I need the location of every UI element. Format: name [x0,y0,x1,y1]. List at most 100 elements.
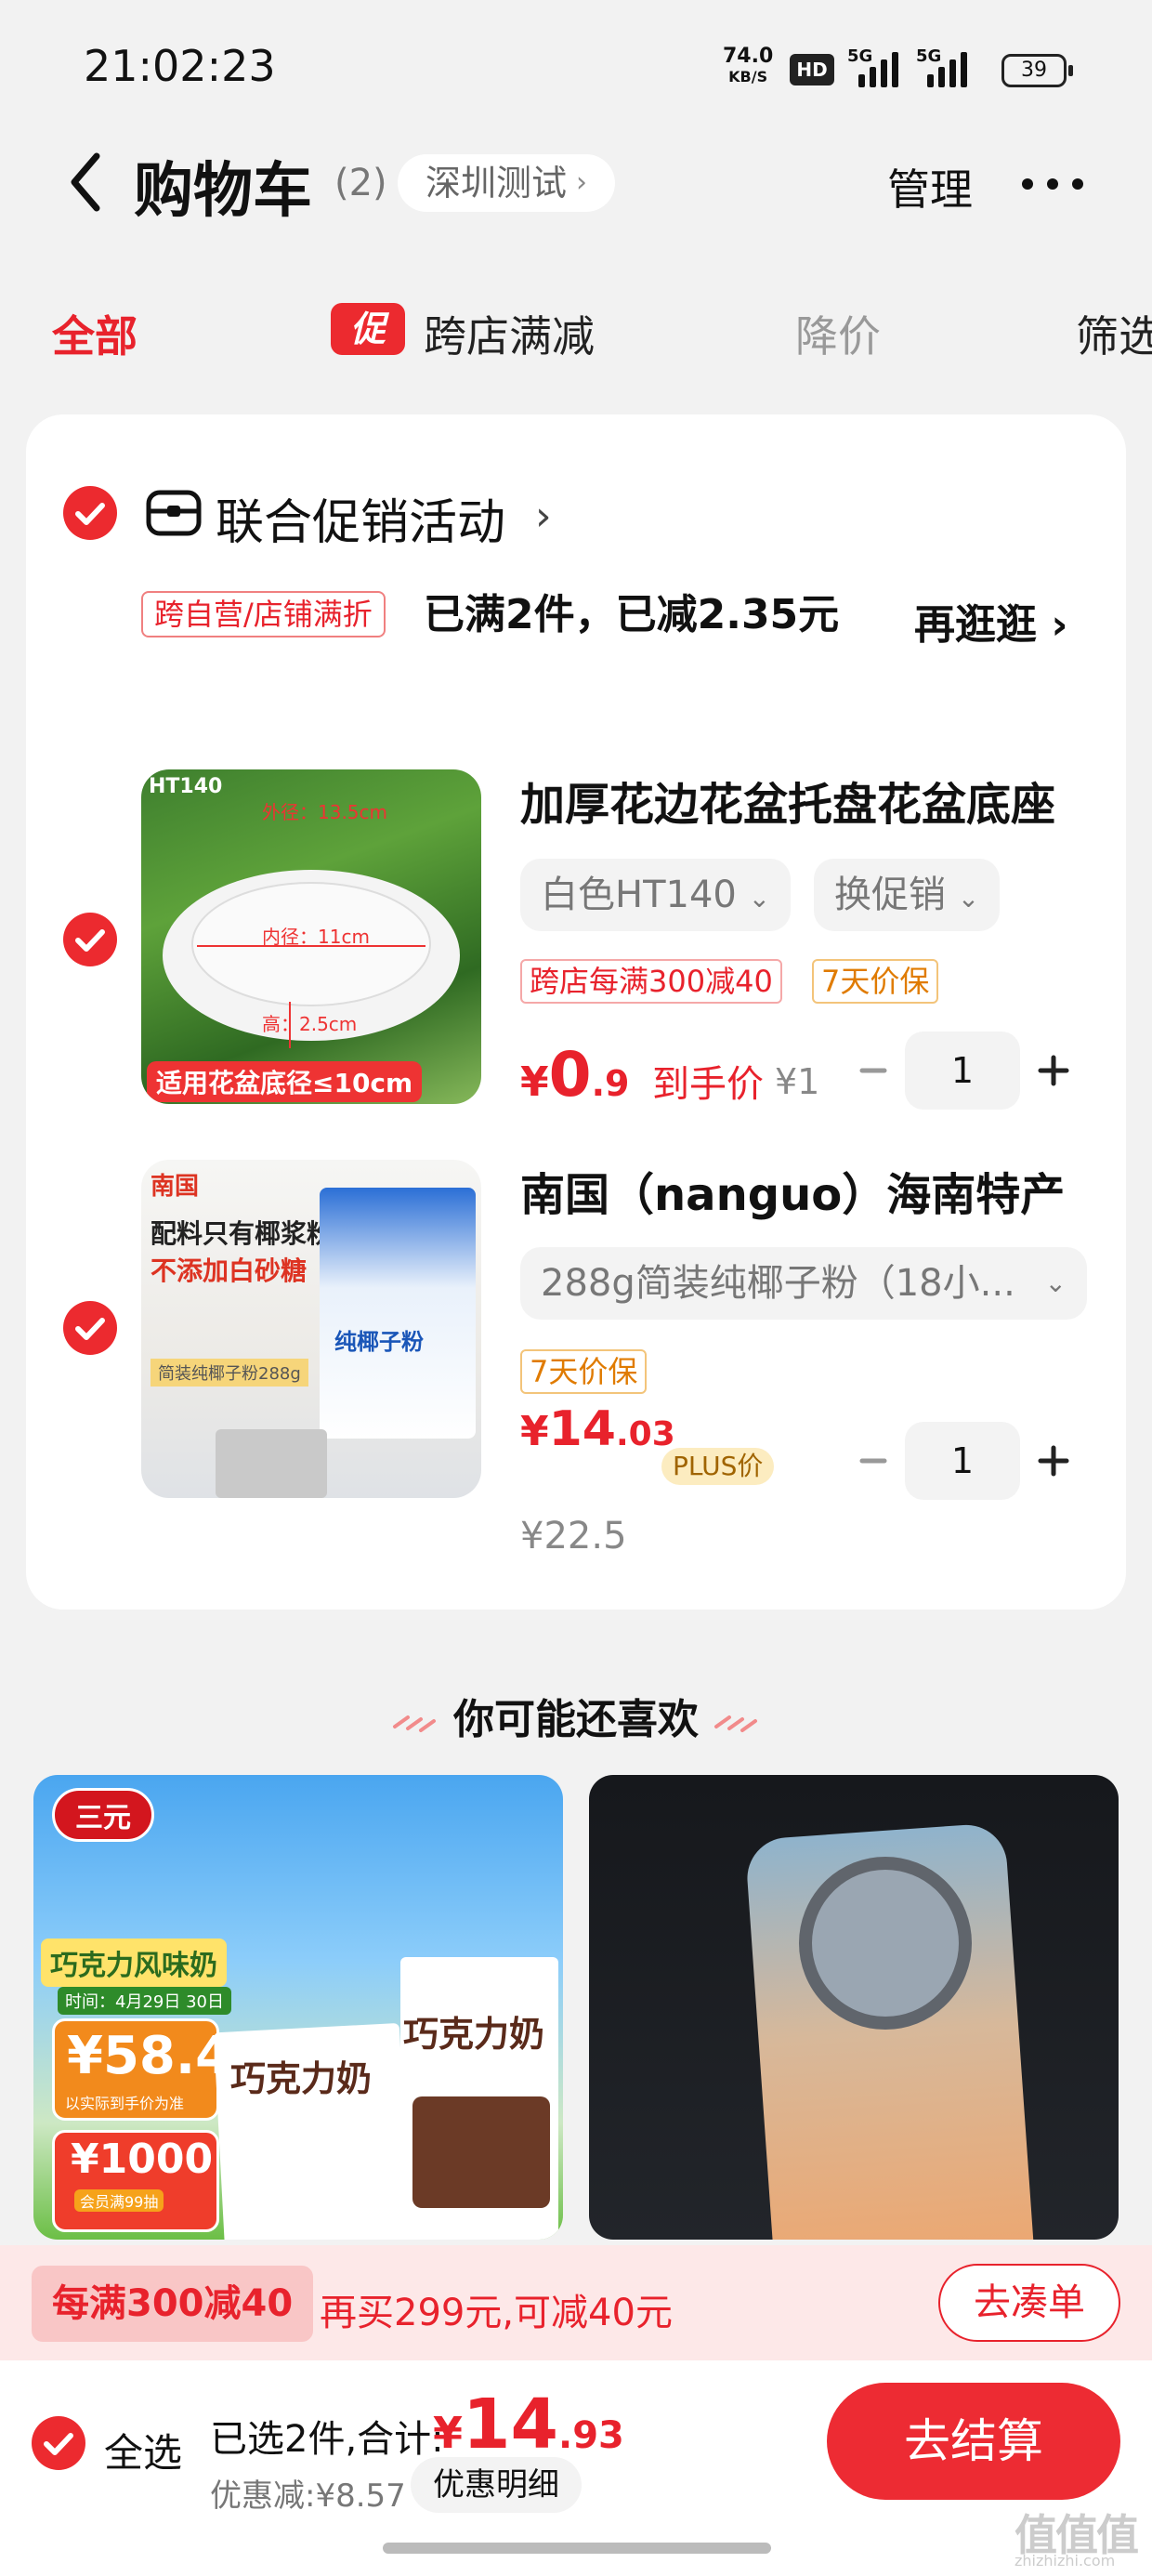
hd-voice-icon: HD [790,54,834,85]
recommend-title: 巧克力风味奶 [41,1939,227,1987]
store-checkbox[interactable] [63,486,117,540]
increase-button[interactable] [1026,1433,1081,1489]
product-title[interactable]: 加厚花边花盆托盘花盆底座 [520,768,1055,833]
plus-icon [1038,1445,1069,1477]
product-image[interactable]: 南国 配料只有椰浆粉 不添加白砂糖 纯椰子粉 简装纯椰子粉288g [141,1160,481,1498]
store-name[interactable]: 联合促销活动 [216,483,505,553]
price: ¥14.03 [520,1401,675,1457]
manage-button[interactable]: 管理 [887,156,973,217]
recommend-price-note: 以实际到手价为准 [65,2095,185,2112]
location-label: 深圳测试 [425,163,568,204]
checkout-button[interactable]: 去结算 [827,2383,1120,2500]
quantity-input[interactable]: 1 [905,1032,1020,1110]
plus-icon [1038,1055,1069,1086]
total-decimal: .93 [558,2414,624,2457]
watermark-url: zhizhizhi.com [1015,2552,1116,2569]
image-brand: HT140 [149,775,223,798]
promo-tag: 跨店每满300减40 [520,959,782,1004]
add-more-button[interactable]: 去凑单 [938,2264,1120,2342]
plus-price-badge: PLUS价 [661,1448,775,1485]
recommend-card[interactable]: 三元 巧克力风味奶 时间：4月29日 30日 ¥58.4 以实际到手价为准 ¥1… [33,1775,563,2240]
decrease-button[interactable] [845,1043,901,1098]
home-indicator[interactable] [383,2543,771,2554]
image-line1: 配料只有椰浆粉 [151,1218,334,1249]
recommend-price: ¥58.4 [67,2026,232,2086]
tab-all[interactable]: 全部 [52,303,137,364]
switch-promo-selector[interactable]: 换促销 ⌄ [814,859,1001,931]
promo-badge-icon: 促 [331,303,405,355]
recommend-card[interactable] [589,1775,1119,2240]
decoration-icon [714,1715,758,1732]
product-title[interactable]: 南国（nanguo）海南特产 [520,1158,1065,1223]
discount-label: 优惠减:¥8.57 [210,2477,406,2515]
chevron-down-icon: ⌄ [957,883,980,913]
variant-selector[interactable]: 白色HT140 ⌄ [520,859,792,931]
recommend-date: 时间：4月29日 30日 [58,1987,231,2015]
battery-icon: 39 [1001,54,1073,87]
recommend-heading-text: 你可能还喜欢 [453,1696,699,1743]
network-speed-unit: KB/S [728,68,768,85]
image-caption: 适用花盆底径≤10cm [147,1061,423,1102]
promo-strip-tag: 每满300减40 [32,2266,314,2342]
promo-status: 已满2件，已减2.35元 [424,591,840,638]
shop-more-label: 再逛逛 [914,601,1037,649]
cart-count: (2) [334,162,387,204]
switch-promo-label: 换促销 [834,874,946,916]
decoration-icon [392,1715,436,1732]
recommend-box-label: 巧克力奶 [230,2058,373,2099]
price: ¥0.9 [520,1039,629,1111]
location-selector[interactable]: 深圳测试 › [398,154,616,212]
variant-label: 288g简装纯椰子粉（18小... [541,1262,1015,1305]
final-price-label: 到手价 [652,1063,764,1106]
total-price: ¥14.93 [433,2385,624,2464]
minus-icon [859,1068,887,1073]
back-icon[interactable] [65,151,106,214]
promo-tag: 跨自营/店铺满折 [141,591,386,637]
more-dots-icon[interactable] [1018,165,1087,203]
chevron-right-icon[interactable]: › [535,493,552,540]
original-price: ¥1 [775,1061,820,1102]
chevron-right-icon: › [576,166,588,199]
item-checkbox[interactable] [63,913,117,966]
page-title: 购物车 [134,157,312,226]
chevron-down-icon: ⌄ [1044,1268,1067,1298]
minus-icon [859,1458,887,1464]
quantity-input[interactable]: 1 [905,1422,1020,1500]
tab-cross-store-discount[interactable]: 跨店满减 [424,303,595,364]
checkmark-icon [44,2433,73,2455]
variant-selector[interactable]: 288g简装纯椰子粉（18小... ⌄ [520,1247,1087,1320]
image-pack-label: 纯椰子粉 [334,1329,424,1355]
recommend-box-label-2: 巧克力奶 [403,2014,545,2055]
discount-detail-button[interactable]: 优惠明细 [411,2457,582,2513]
checkmark-icon [75,503,105,525]
store-icon [145,489,203,539]
item-checkbox[interactable] [63,1301,117,1355]
price-symbol: ¥ [520,1408,549,1455]
network-speed-value: 74.0 [723,45,774,68]
total-symbol: ¥ [433,2408,464,2458]
select-all-label[interactable]: 全选 [104,2422,182,2478]
image-height: 高：2.5cm [262,1013,358,1035]
recommend-heading: 你可能还喜欢 [0,1686,1152,1745]
select-all-checkbox[interactable] [32,2416,85,2470]
image-brand: 南国 [151,1173,200,1201]
chevron-down-icon: ⌄ [748,883,771,913]
image-inner-diameter: 内径：11cm [262,926,370,948]
tab-price-drop[interactable]: 降价 [795,303,881,364]
promo-strip-text: 再买299元,可减40元 [320,2292,673,2334]
shop-more-link[interactable]: 再逛逛 › [914,591,1067,651]
price-protect-tag: 7天价保 [520,1349,648,1394]
variant-label: 白色HT140 [541,874,737,916]
image-outer-diameter: 外径：13.5cm [262,801,388,823]
signal-icon-2: 5G [916,46,979,87]
price-integer: 14 [548,1401,616,1457]
increase-button[interactable] [1026,1043,1081,1098]
signal-icon: 5G [847,46,901,87]
image-bottom-label: 简装纯椰子粉288g [151,1359,308,1387]
tab-filter[interactable]: 筛选 [1076,303,1152,364]
recommend-coupon-note: 会员满99抽 [74,2189,164,2212]
magsafe-ring [799,1857,972,2030]
decrease-button[interactable] [845,1433,901,1489]
recommend-brand-logo: 三元 [52,1788,154,1842]
product-image[interactable]: HT140 外径：13.5cm 内径：11cm 高：2.5cm 适用花盆底径≤1… [141,769,481,1104]
